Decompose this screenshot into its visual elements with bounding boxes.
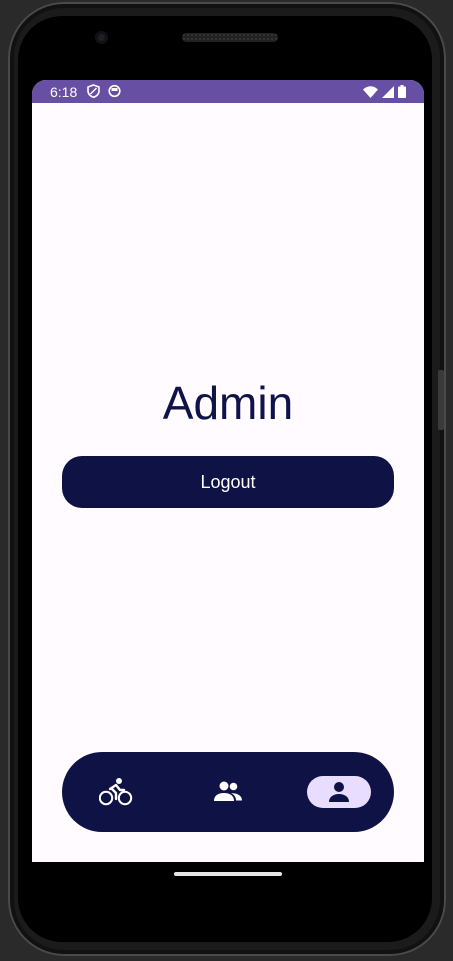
logout-button[interactable]: Logout: [62, 456, 394, 508]
home-indicator[interactable]: [174, 872, 282, 876]
nav-item-bike[interactable]: [94, 772, 138, 812]
bottom-navigation: [62, 752, 394, 832]
bike-icon: [99, 778, 133, 806]
logout-button-label: Logout: [200, 471, 256, 492]
status-bar: 6:18: [32, 80, 424, 103]
status-time: 6:18: [50, 84, 78, 100]
app-screen: 6:18 Admin Logout: [32, 80, 424, 862]
battery-icon: [398, 85, 406, 98]
wifi-icon: [363, 85, 378, 98]
page-title: Admin: [162, 377, 294, 429]
power-button: [438, 370, 444, 430]
person-icon: [329, 782, 349, 802]
signal-icon: [382, 85, 394, 98]
sim-icon: [108, 84, 121, 98]
shield-icon: [87, 84, 100, 98]
nav-item-people[interactable]: [206, 772, 250, 812]
nav-item-profile[interactable]: [307, 776, 371, 808]
status-right-icons: [363, 85, 406, 98]
earpiece-speaker: [182, 33, 278, 42]
status-left-icons: [87, 84, 121, 98]
front-camera: [95, 31, 108, 44]
people-icon: [214, 781, 242, 801]
